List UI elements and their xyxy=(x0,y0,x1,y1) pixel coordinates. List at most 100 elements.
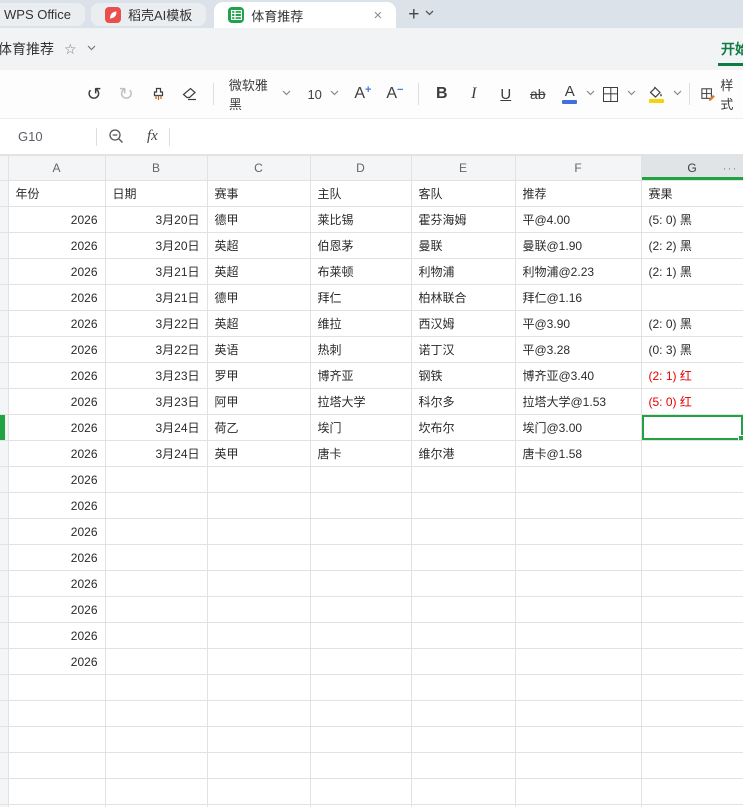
more-columns-icon[interactable]: ··· xyxy=(723,161,738,175)
cell-B15[interactable] xyxy=(104,544,208,571)
cell-C9[interactable]: 阿甲 xyxy=(206,388,311,415)
row-header[interactable] xyxy=(0,778,9,805)
cell-C15[interactable] xyxy=(206,544,311,571)
cell-E16[interactable] xyxy=(410,570,516,597)
cell-F19[interactable] xyxy=(514,648,642,675)
cell-B1[interactable]: 日期 xyxy=(104,180,208,207)
cell-A20[interactable] xyxy=(7,674,106,701)
cell-E8[interactable]: 钢铁 xyxy=(410,362,516,389)
row-header[interactable] xyxy=(0,232,9,259)
cell-D17[interactable] xyxy=(309,596,412,623)
cell-F8[interactable]: 博齐亚@3.40 xyxy=(514,362,642,389)
font-size-select[interactable]: 10 xyxy=(301,87,344,102)
favorite-star-icon[interactable]: ☆ xyxy=(64,41,77,58)
cell-E5[interactable]: 柏林联合 xyxy=(410,284,516,311)
cell-C4[interactable]: 英超 xyxy=(206,258,311,285)
cell-A16[interactable]: 2026 xyxy=(7,570,106,597)
format-painter-button[interactable] xyxy=(145,79,171,109)
row-header[interactable] xyxy=(0,726,9,753)
cell-E9[interactable]: 科尔多 xyxy=(410,388,516,415)
cell-A8[interactable]: 2026 xyxy=(7,362,106,389)
cell-B5[interactable]: 3月21日 xyxy=(104,284,208,311)
cell-A13[interactable]: 2026 xyxy=(7,492,106,519)
cell-B12[interactable] xyxy=(104,466,208,493)
cell-styles-button[interactable]: 样式 xyxy=(701,75,743,113)
cell-A5[interactable]: 2026 xyxy=(7,284,106,311)
cell-G8[interactable]: (2: 1) 红 xyxy=(640,362,743,389)
cell-D19[interactable] xyxy=(309,648,412,675)
increase-font-button[interactable]: A + xyxy=(350,79,376,109)
cell-C13[interactable] xyxy=(206,492,311,519)
cell-E23[interactable] xyxy=(410,752,516,779)
cell-G22[interactable] xyxy=(640,726,743,753)
cell-D1[interactable]: 主队 xyxy=(309,180,412,207)
column-header-F[interactable]: F xyxy=(514,155,642,181)
cell-B20[interactable] xyxy=(104,674,208,701)
row-header[interactable] xyxy=(0,544,9,571)
cell-F3[interactable]: 曼联@1.90 xyxy=(514,232,642,259)
cell-E22[interactable] xyxy=(410,726,516,753)
cell-A23[interactable] xyxy=(7,752,106,779)
cell-F21[interactable] xyxy=(514,700,642,727)
cell-B18[interactable] xyxy=(104,622,208,649)
cell-G19[interactable] xyxy=(640,648,743,675)
cell-B7[interactable]: 3月22日 xyxy=(104,336,208,363)
cell-A2[interactable]: 2026 xyxy=(7,206,106,233)
cell-A7[interactable]: 2026 xyxy=(7,336,106,363)
cell-D6[interactable]: 维拉 xyxy=(309,310,412,337)
cell-E2[interactable]: 霍芬海姆 xyxy=(410,206,516,233)
cell-C19[interactable] xyxy=(206,648,311,675)
borders-chevron-icon[interactable] xyxy=(627,90,636,99)
cell-E13[interactable] xyxy=(410,492,516,519)
cell-A1[interactable]: 年份 xyxy=(7,180,106,207)
cell-F20[interactable] xyxy=(514,674,642,701)
cell-F16[interactable] xyxy=(514,570,642,597)
cell-C21[interactable] xyxy=(206,700,311,727)
row-header[interactable] xyxy=(0,440,9,467)
cell-A4[interactable]: 2026 xyxy=(7,258,106,285)
cell-F5[interactable]: 拜仁@1.16 xyxy=(514,284,642,311)
cell-F10[interactable]: 埃门@3.00 xyxy=(514,414,642,441)
cell-B17[interactable] xyxy=(104,596,208,623)
cell-B19[interactable] xyxy=(104,648,208,675)
select-all-corner[interactable] xyxy=(0,155,9,181)
cell-A19[interactable]: 2026 xyxy=(7,648,106,675)
cell-A22[interactable] xyxy=(7,726,106,753)
column-header-B[interactable]: B xyxy=(104,155,208,181)
column-header-E[interactable]: E xyxy=(410,155,516,181)
name-box[interactable]: G10 xyxy=(0,129,96,144)
tab-list-chevron-icon[interactable] xyxy=(425,10,434,19)
cell-C6[interactable]: 英超 xyxy=(206,310,311,337)
cell-E21[interactable] xyxy=(410,700,516,727)
cell-F18[interactable] xyxy=(514,622,642,649)
cell-C24[interactable] xyxy=(206,778,311,805)
cell-G3[interactable]: (2: 2) 黑 xyxy=(640,232,743,259)
row-header[interactable] xyxy=(0,310,9,337)
column-header-A[interactable]: A xyxy=(7,155,106,181)
cell-C10[interactable]: 荷乙 xyxy=(206,414,311,441)
fill-color-button[interactable] xyxy=(644,79,670,109)
cell-E19[interactable] xyxy=(410,648,516,675)
row-header[interactable] xyxy=(0,492,9,519)
cell-G7[interactable]: (0: 3) 黑 xyxy=(640,336,743,363)
cell-D4[interactable]: 布莱顿 xyxy=(309,258,412,285)
cell-E20[interactable] xyxy=(410,674,516,701)
cell-C20[interactable] xyxy=(206,674,311,701)
cell-G14[interactable] xyxy=(640,518,743,545)
cell-G12[interactable] xyxy=(640,466,743,493)
cell-A14[interactable]: 2026 xyxy=(7,518,106,545)
cell-E3[interactable]: 曼联 xyxy=(410,232,516,259)
cell-G16[interactable] xyxy=(640,570,743,597)
cell-B10[interactable]: 3月24日 xyxy=(104,414,208,441)
cell-C17[interactable] xyxy=(206,596,311,623)
cell-C7[interactable]: 英语 xyxy=(206,336,311,363)
eraser-button[interactable] xyxy=(177,79,203,109)
cell-F11[interactable]: 唐卡@1.58 xyxy=(514,440,642,467)
cell-A9[interactable]: 2026 xyxy=(7,388,106,415)
cell-C14[interactable] xyxy=(206,518,311,545)
row-header[interactable] xyxy=(0,362,9,389)
cell-G13[interactable] xyxy=(640,492,743,519)
cell-G2[interactable]: (5: 0) 黑 xyxy=(640,206,743,233)
cell-E11[interactable]: 维尔港 xyxy=(410,440,516,467)
cell-C22[interactable] xyxy=(206,726,311,753)
